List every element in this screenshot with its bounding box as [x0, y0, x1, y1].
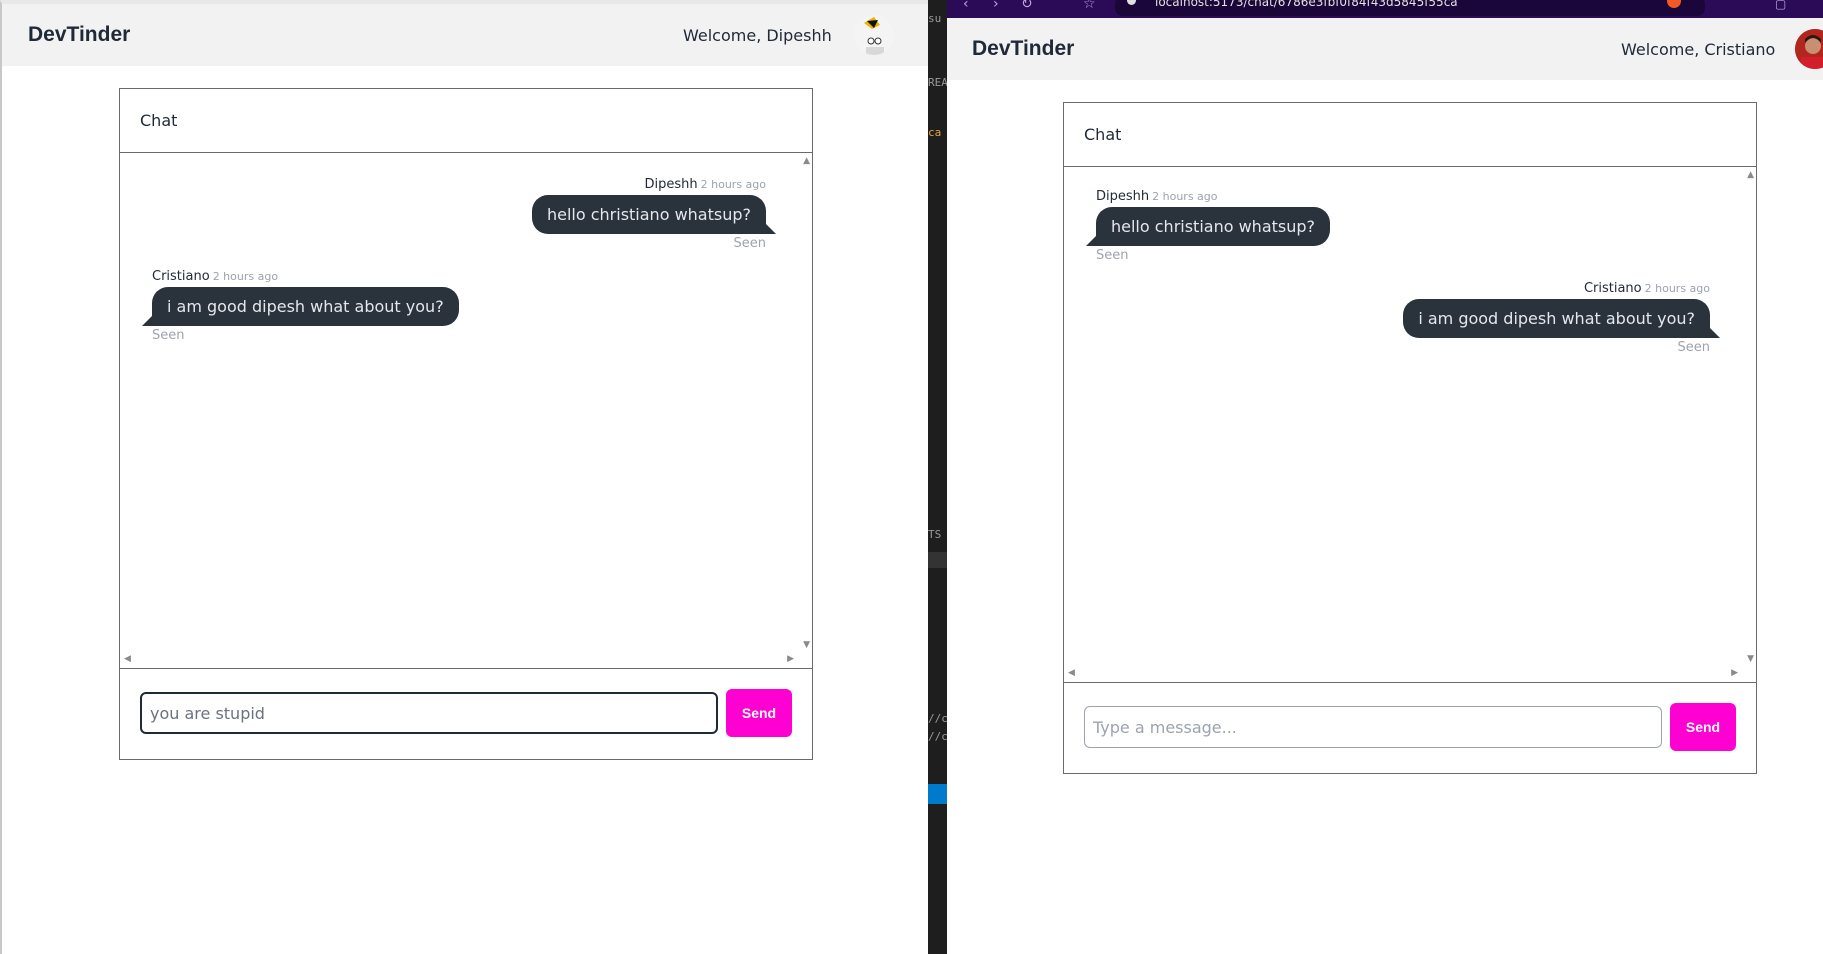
message-status: Seen [733, 236, 767, 251]
editor-fragment: ca [928, 126, 942, 139]
back-icon[interactable]: ‹ [963, 0, 969, 12]
chat-messages-area[interactable]: ▲ ▼ ◀ ▶ Dipeshh 2 hours ago hello christi… [1064, 167, 1756, 683]
scroll-left-arrow-icon[interactable]: ◀ [124, 655, 131, 664]
chat-message: Cristiano 2 hours ago i am good dipesh wh… [1403, 281, 1710, 355]
editor-fragment: //c [928, 730, 947, 743]
navbar: DevTinder Welcome, Cristiano [947, 18, 1823, 80]
scroll-left-arrow-icon[interactable]: ◀ [1068, 669, 1075, 678]
window-icon[interactable]: ▢ [1775, 0, 1786, 11]
message-time: 2 hours ago [700, 178, 766, 191]
scroll-right-arrow-icon[interactable]: ▶ [1731, 669, 1738, 678]
right-browser-window: ‹ › ↻ ☆ localhost:5173/chat/6786e3fbf0f8… [947, 0, 1823, 954]
chat-header: Chat [120, 89, 812, 153]
avatar-image-icon [854, 15, 894, 55]
message-status: Seen [1096, 248, 1129, 263]
user-avatar[interactable] [1795, 29, 1823, 69]
chat-message: Dipeshh 2 hours ago hello christiano what… [1096, 189, 1331, 263]
chat-message: Cristiano 2 hours ago i am good dipesh wh… [152, 269, 459, 343]
background-editor-strip: su REA ca TS //c //c [928, 0, 947, 954]
message-input[interactable] [140, 692, 718, 734]
user-avatar[interactable] [854, 15, 894, 55]
navbar: DevTinder Welcome, Dipeshh [2, 4, 928, 66]
message-bubble: hello christiano whatsup? [1096, 207, 1331, 246]
reload-icon[interactable]: ↻ [1021, 0, 1033, 12]
address-bar[interactable]: localhost:5173/chat/6786e3fbf0f84f43d584… [1115, 0, 1705, 16]
message-time: 2 hours ago [1152, 190, 1218, 203]
message-bubble: hello christiano whatsup? [531, 195, 766, 234]
message-sender: Cristiano [1583, 281, 1642, 296]
message-input[interactable] [1084, 706, 1662, 748]
brand-logo[interactable]: DevTinder [28, 23, 130, 47]
left-browser-window: DevTinder Welcome, Dipeshh Chat ▲ ▼ ◀ ▶ … [0, 0, 928, 954]
message-bubble: i am good dipesh what about you? [152, 287, 459, 326]
message-composer: Send [120, 669, 812, 757]
scroll-down-arrow-icon[interactable]: ▼ [1747, 655, 1754, 664]
message-sender: Dipeshh [1096, 189, 1150, 204]
chat-messages-area[interactable]: ▲ ▼ ◀ ▶ Dipeshh 2 hours ago hello christi… [120, 153, 812, 669]
chat-card: Chat ▲ ▼ ◀ ▶ Dipeshh 2 hours ago hello ch… [119, 88, 813, 760]
editor-highlight [928, 552, 947, 568]
message-header: Dipeshh 2 hours ago [532, 177, 767, 192]
editor-fragment: //c [928, 712, 947, 725]
bookmark-icon[interactable]: ☆ [1083, 0, 1096, 12]
chat-header: Chat [1064, 103, 1756, 167]
browser-toolbar: ‹ › ↻ ☆ localhost:5173/chat/6786e3fbf0f8… [947, 0, 1823, 18]
send-button[interactable]: Send [1670, 703, 1736, 751]
welcome-text: Welcome, Cristiano [1621, 39, 1776, 59]
forward-icon[interactable]: › [993, 0, 999, 12]
scroll-right-arrow-icon[interactable]: ▶ [787, 655, 794, 664]
chat-card: Chat ▲ ▼ ◀ ▶ Dipeshh 2 hours ago hello ch… [1063, 102, 1757, 774]
url-text: localhost:5173/chat/6786e3fbf0f84f43d584… [1155, 0, 1458, 9]
welcome-text: Welcome, Dipeshh [683, 25, 832, 45]
message-composer: Send [1064, 683, 1756, 771]
editor-fragment: TS [928, 528, 942, 541]
editor-fragment: su [928, 12, 942, 25]
site-info-icon[interactable] [1127, 0, 1136, 5]
message-time: 2 hours ago [212, 270, 279, 283]
scroll-up-arrow-icon[interactable]: ▲ [803, 157, 810, 166]
editor-fragment: REA [928, 76, 947, 89]
brand-logo[interactable]: DevTinder [972, 37, 1074, 61]
message-sender: Cristiano [152, 269, 210, 284]
avatar-image-icon [1795, 29, 1823, 69]
send-button[interactable]: Send [726, 689, 792, 737]
scroll-down-arrow-icon[interactable]: ▼ [803, 641, 810, 650]
scroll-up-arrow-icon[interactable]: ▲ [1747, 171, 1754, 180]
message-status: Seen [152, 328, 185, 343]
editor-statusbar [928, 784, 947, 804]
message-bubble: i am good dipesh what about you? [1403, 299, 1710, 338]
message-sender: Dipeshh [644, 177, 698, 192]
message-header: Cristiano 2 hours ago [152, 269, 459, 284]
message-header: Cristiano 2 hours ago [1403, 281, 1710, 296]
message-header: Dipeshh 2 hours ago [1096, 189, 1330, 204]
message-time: 2 hours ago [1644, 282, 1710, 295]
chat-message: Dipeshh 2 hours ago hello christiano what… [531, 177, 767, 251]
message-status: Seen [1677, 340, 1711, 355]
